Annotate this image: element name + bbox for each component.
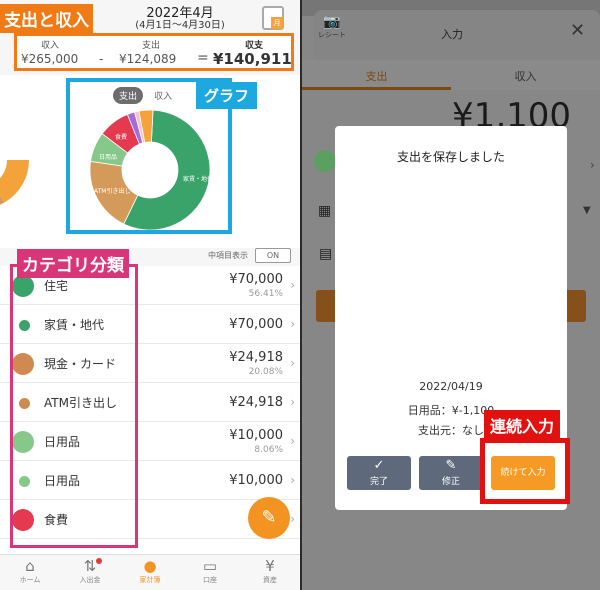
- category-amount: ¥24,918: [229, 350, 283, 365]
- expense-value: ¥124,089: [119, 52, 177, 66]
- receipt-label: レシート: [318, 31, 346, 39]
- category-amount: ¥70,000: [229, 317, 283, 332]
- category-amount: ¥24,918: [229, 395, 283, 410]
- chevron-right-icon: ›: [290, 317, 295, 331]
- continue-annotation-frame: [480, 438, 570, 504]
- receipt-button[interactable]: 📷 レシート: [312, 14, 352, 40]
- balance-value: ¥140,911: [213, 50, 292, 68]
- transfer-icon: ⇅: [83, 557, 97, 575]
- category-percent: 56.41%: [248, 289, 283, 299]
- tab-label: 口座: [203, 576, 217, 584]
- tab-wallet[interactable]: ▭ 口座: [180, 555, 240, 590]
- equals-sign: =: [197, 50, 209, 66]
- expense-label: 支出: [142, 41, 161, 51]
- tab-label: 資産: [263, 576, 277, 584]
- tab-underline: [302, 87, 451, 90]
- calendar-badge: 月: [271, 17, 283, 29]
- income-label: 収入: [41, 41, 60, 51]
- tab-label: ホーム: [19, 576, 41, 584]
- tab-transfer[interactable]: ⇅ 入出金: [60, 555, 120, 590]
- wallet-icon: ▭: [202, 557, 218, 575]
- pencil-icon: ✎: [261, 507, 277, 528]
- category-percent: 20.08%: [248, 367, 283, 377]
- kakeibo-screen: 2022年4月 (4月1日〜4月30日) 月 支出と収入 収入 ¥265,000…: [0, 0, 300, 590]
- summary-annotation-tag: 支出と収入: [0, 4, 93, 33]
- entry-screen: 📷 レシート 入力 ✕ 支出 収入 ¥1,100 › ▦ ▼ ▤ 支出を保存しま…: [302, 0, 600, 590]
- category-amount: ¥70,000: [229, 272, 283, 287]
- category-icon[interactable]: [314, 150, 336, 172]
- calendar-icon[interactable]: ▦: [318, 203, 331, 219]
- tab-label: 入出金: [79, 576, 101, 584]
- tab-label: 家計簿: [139, 576, 161, 584]
- tab-income[interactable]: 収入: [451, 68, 600, 84]
- chevron-right-icon: ›: [290, 278, 295, 292]
- category-chevron-icon: ›: [590, 158, 595, 172]
- memo-icon[interactable]: ▤: [319, 246, 332, 262]
- camera-icon: 📷: [323, 14, 341, 30]
- chevron-right-icon: ›: [290, 356, 295, 370]
- tab-home[interactable]: ⌂ ホーム: [0, 555, 60, 590]
- category-annotation-frame: [10, 264, 138, 548]
- notification-badge: [96, 558, 102, 564]
- sub-items-toggle[interactable]: ON: [255, 248, 291, 263]
- graph-annotation-tag: グラフ: [196, 82, 258, 109]
- sub-items-label: 中項目表示: [208, 251, 248, 260]
- chevron-right-icon: ›: [290, 434, 295, 448]
- category-amount: ¥10,000: [229, 473, 283, 488]
- edit-button[interactable]: ✎ 修正: [419, 456, 483, 490]
- minus-sign: -: [99, 52, 104, 66]
- category-amount: ¥10,000: [229, 428, 283, 443]
- tab-piggy-bank[interactable]: ● 家計簿: [120, 555, 180, 590]
- calendar-icon[interactable]: 月: [262, 6, 284, 30]
- add-entry-button[interactable]: ✎: [248, 497, 290, 539]
- dialog-title: 支出を保存しました: [396, 150, 505, 164]
- check-icon: ✓: [373, 458, 385, 473]
- tab-expense[interactable]: 支出: [302, 68, 451, 84]
- chevron-right-icon: ›: [290, 395, 295, 409]
- chevron-right-icon: ›: [290, 473, 295, 487]
- summary-box: 収入 ¥265,000 - 支出 ¥124,089 = 収支 ¥140,911: [14, 33, 294, 71]
- entry-title: 入力: [441, 28, 463, 41]
- date-dropdown-icon: ▼: [583, 205, 591, 216]
- chevron-right-icon: ›: [290, 512, 295, 526]
- piggy-bank-icon: ●: [143, 557, 157, 575]
- continue-annotation-tag: 連続入力: [484, 410, 561, 440]
- money-bag-icon: ¥: [265, 557, 275, 575]
- pencil-icon: ✎: [445, 458, 457, 473]
- entry-tabs: 支出 収入: [302, 60, 600, 90]
- bottom-tab-bar: ⌂ ホーム ⇅ 入出金 ● 家計簿 ▭ 口座 ¥ 資産: [0, 554, 300, 590]
- done-button[interactable]: ✓ 完了: [347, 456, 411, 490]
- dialog-date: 2022/04/19: [419, 380, 483, 393]
- previous-donut-chart[interactable]: [0, 105, 30, 215]
- category-percent: 8.06%: [254, 445, 283, 455]
- close-icon[interactable]: ✕: [570, 20, 585, 41]
- month-range: (4月1日〜4月30日): [135, 20, 225, 31]
- category-annotation-tag: カテゴリ分類: [17, 249, 129, 278]
- tab-money-bag[interactable]: ¥ 資産: [240, 555, 300, 590]
- income-value: ¥265,000: [21, 52, 79, 66]
- home-icon: ⌂: [25, 557, 35, 575]
